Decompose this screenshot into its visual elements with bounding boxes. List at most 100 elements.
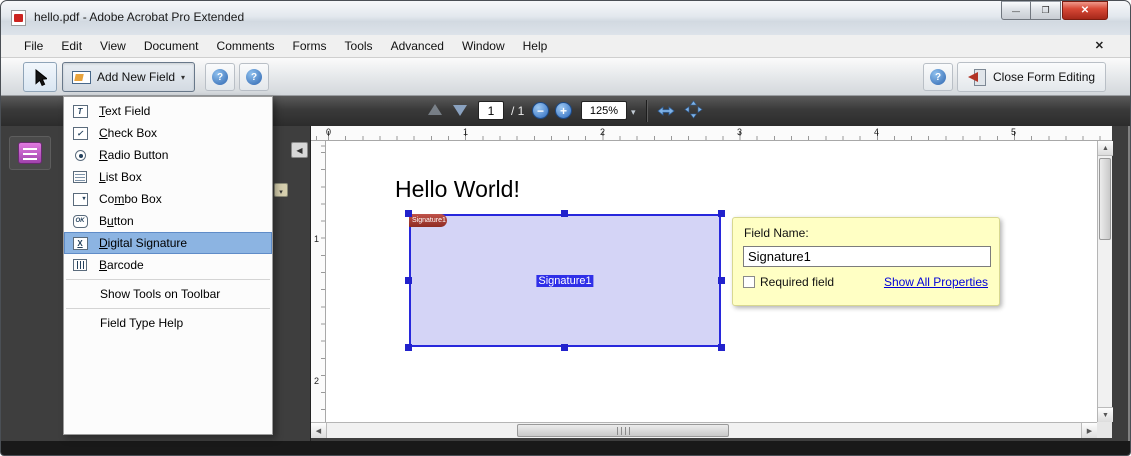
field-name-selected-text: Signature1 bbox=[536, 274, 594, 287]
maximize-icon: ❐ bbox=[1041, 5, 1050, 15]
window-controls: — ❐ ✕ bbox=[1001, 1, 1108, 20]
scroll-left-icon[interactable]: ◀ bbox=[311, 423, 327, 438]
previous-page-icon[interactable] bbox=[428, 104, 442, 115]
acrobat-window: hello.pdf - Adobe Acrobat Pro Extended —… bbox=[0, 0, 1131, 456]
sort-by-dropdown[interactable]: ▾ bbox=[274, 183, 288, 197]
next-page-icon[interactable] bbox=[453, 105, 467, 116]
menu-document[interactable]: Document bbox=[135, 36, 208, 56]
help-tool-button-1[interactable]: ? bbox=[205, 63, 235, 91]
menu-view[interactable]: View bbox=[91, 36, 135, 56]
required-field-checkbox[interactable] bbox=[743, 276, 755, 288]
digital-signature-icon: X bbox=[70, 235, 90, 251]
help-icon: ? bbox=[212, 69, 228, 85]
minimize-icon: — bbox=[1012, 7, 1020, 16]
barcode-icon bbox=[70, 257, 90, 273]
signature-form-field[interactable]: Signature1 Signature1 bbox=[405, 210, 725, 351]
vertical-scrollbar-thumb[interactable] bbox=[1099, 158, 1111, 240]
page-total-label: / 1 bbox=[511, 104, 525, 118]
ruler-number: 4 bbox=[874, 127, 880, 137]
close-form-editing-label: Close Form Editing bbox=[993, 70, 1096, 84]
page-number-input[interactable]: 1 bbox=[478, 101, 504, 120]
resize-handle[interactable] bbox=[561, 344, 568, 351]
horizontal-scrollbar-thumb[interactable] bbox=[517, 424, 729, 437]
text-field-icon: T bbox=[70, 103, 90, 119]
maximize-button[interactable]: ❐ bbox=[1031, 1, 1061, 20]
fields-panel-button[interactable] bbox=[9, 136, 51, 170]
help-tool-button-2[interactable]: ? bbox=[239, 63, 269, 91]
menu-file[interactable]: File bbox=[15, 36, 52, 56]
menu-edit[interactable]: Edit bbox=[52, 36, 91, 56]
horizontal-ruler: 0 1 2 3 4 5 bbox=[311, 126, 1112, 141]
radio-button-icon bbox=[70, 147, 90, 163]
form-editing-toolbar: Add New Field ▾ ? ? ? Close Form Editing bbox=[1, 58, 1130, 96]
ruler-number: 1 bbox=[314, 234, 320, 244]
menu-item-field-type-help[interactable]: Field Type Help bbox=[64, 312, 272, 334]
scroll-up-icon[interactable]: ▲ bbox=[1098, 141, 1113, 156]
resize-handle[interactable] bbox=[561, 210, 568, 217]
menu-item-check-box[interactable]: ✓ Check Box bbox=[64, 122, 272, 144]
scroll-right-icon[interactable]: ▶ bbox=[1081, 423, 1097, 438]
vertical-scrollbar[interactable]: ▲ ▼ bbox=[1097, 141, 1113, 422]
resize-handle[interactable] bbox=[405, 210, 412, 217]
resize-handle[interactable] bbox=[718, 276, 725, 284]
menu-item-barcode[interactable]: Barcode bbox=[64, 254, 272, 276]
scroll-down-icon[interactable]: ▼ bbox=[1098, 407, 1113, 422]
add-new-field-button[interactable]: Add New Field ▾ bbox=[62, 62, 196, 92]
menu-item-show-tools-on-toolbar[interactable]: Show Tools on Toolbar bbox=[64, 283, 272, 305]
menu-item-radio-button[interactable]: Radio Button bbox=[64, 144, 272, 166]
menu-item-digital-signature[interactable]: X Digital Signature bbox=[64, 232, 272, 254]
help-button-right[interactable]: ? bbox=[923, 63, 953, 91]
menu-item-text-field[interactable]: T Text Field bbox=[64, 100, 272, 122]
menubar: File Edit View Document Comments Forms T… bbox=[1, 35, 1130, 58]
cursor-arrow-icon bbox=[35, 68, 47, 86]
field-name-popup: Field Name: Required field Show All Prop… bbox=[732, 217, 1000, 306]
select-object-tool-button[interactable] bbox=[23, 62, 57, 92]
field-name-input[interactable] bbox=[743, 246, 991, 267]
ruler-number: 2 bbox=[314, 376, 320, 386]
button-field-icon: OK bbox=[70, 213, 90, 229]
zoom-out-button[interactable]: − bbox=[532, 102, 549, 119]
statusbar bbox=[1, 441, 1130, 455]
menu-help[interactable]: Help bbox=[514, 36, 557, 56]
ruler-number: 3 bbox=[737, 127, 743, 137]
menu-item-combo-box[interactable]: ▾ Combo Box bbox=[64, 188, 272, 210]
combo-box-icon: ▾ bbox=[70, 191, 90, 207]
zoom-level-input[interactable]: 125% bbox=[581, 101, 627, 120]
resize-handle[interactable] bbox=[718, 210, 725, 217]
document-pane: 0 1 2 3 4 5 1 2 Hello World! Signature1 … bbox=[311, 126, 1113, 438]
chevron-down-icon: ▾ bbox=[181, 72, 186, 82]
menu-tools[interactable]: Tools bbox=[336, 36, 382, 56]
menu-item-list-box[interactable]: List Box bbox=[64, 166, 272, 188]
scrollbar-corner bbox=[1097, 422, 1112, 438]
menu-comments[interactable]: Comments bbox=[208, 36, 284, 56]
collapse-panel-button[interactable]: ◀ bbox=[291, 142, 308, 158]
add-new-field-menu: T Text Field ✓ Check Box Radio Button Li… bbox=[63, 96, 273, 435]
required-field-label: Required field bbox=[760, 275, 835, 289]
zoom-in-button[interactable]: + bbox=[555, 102, 572, 119]
close-form-editing-button[interactable]: Close Form Editing bbox=[957, 62, 1107, 92]
show-all-properties-link[interactable]: Show All Properties bbox=[884, 275, 988, 289]
pdf-app-icon bbox=[11, 10, 26, 26]
window-title: hello.pdf - Adobe Acrobat Pro Extended bbox=[34, 10, 245, 24]
fit-page-icon[interactable] bbox=[684, 100, 703, 124]
horizontal-scrollbar[interactable]: ◀ ▶ bbox=[311, 422, 1097, 438]
menu-item-button[interactable]: OK Button bbox=[64, 210, 272, 232]
ruler-number: 5 bbox=[1011, 127, 1017, 137]
titlebar: hello.pdf - Adobe Acrobat Pro Extended —… bbox=[1, 1, 1130, 35]
resize-handle[interactable] bbox=[405, 344, 412, 351]
menu-forms[interactable]: Forms bbox=[284, 36, 336, 56]
menubar-close-icon[interactable]: ✕ bbox=[1095, 39, 1104, 52]
close-button[interactable]: ✕ bbox=[1062, 1, 1108, 20]
menu-advanced[interactable]: Advanced bbox=[382, 36, 453, 56]
add-field-icon bbox=[72, 70, 91, 84]
resize-handle[interactable] bbox=[718, 344, 725, 351]
ruler-number: 2 bbox=[600, 127, 606, 137]
close-form-editing-icon bbox=[968, 69, 986, 86]
resize-handle[interactable] bbox=[405, 276, 412, 284]
menu-separator bbox=[66, 279, 270, 280]
help-icon: ? bbox=[246, 69, 262, 85]
fit-width-icon[interactable] bbox=[656, 103, 676, 124]
zoom-dropdown-icon[interactable]: ▾ bbox=[631, 107, 636, 118]
menu-window[interactable]: Window bbox=[453, 36, 514, 56]
minimize-button[interactable]: — bbox=[1001, 1, 1031, 20]
